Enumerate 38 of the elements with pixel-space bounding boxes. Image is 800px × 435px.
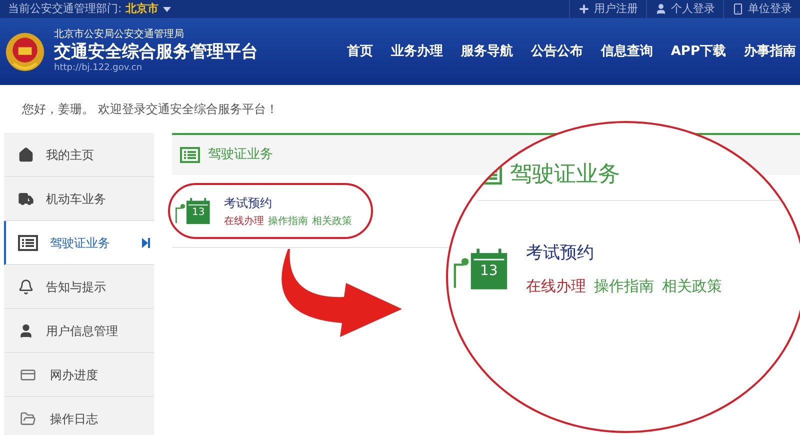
organization-name: 北京市公安局公安交通管理局	[54, 29, 185, 42]
welcome-message: 您好，姜珊。 欢迎登录交通安全综合服务平台！	[22, 101, 278, 118]
nav-link[interactable]: 信息查询	[600, 42, 653, 62]
service-card[interactable]: 13 考试预约 在线办理 操作指南 相关政策	[168, 183, 373, 239]
folder-icon	[18, 410, 38, 426]
site-url: http://bj.122.gov.cn	[54, 62, 144, 74]
card-icon	[18, 366, 38, 382]
phone-icon	[732, 3, 744, 15]
sidebar-item[interactable]: 驾驶证业务	[4, 221, 154, 265]
truck-icon	[18, 190, 34, 206]
zoomed-service-link[interactable]: 操作指南	[594, 274, 654, 297]
bell-icon	[18, 278, 34, 294]
city-dropdown[interactable]: 北京市	[126, 0, 171, 18]
nav-link[interactable]: 首页	[346, 42, 373, 62]
platform-title: 交通安全综合服务管理平台	[54, 42, 258, 63]
list-icon	[180, 147, 200, 163]
zoomed-service-link[interactable]: 在线办理	[526, 274, 586, 297]
service-link[interactable]: 在线办理	[224, 214, 264, 228]
user-icon	[18, 322, 34, 338]
service-link[interactable]: 操作指南	[268, 214, 308, 228]
plus-icon	[578, 3, 590, 15]
service-title: 考试预约	[224, 194, 273, 212]
home-icon	[18, 146, 34, 162]
user-icon	[655, 3, 667, 15]
caret-icon	[162, 6, 171, 12]
nav-link[interactable]: 公告公布	[530, 42, 583, 62]
zoomed-service-title: 考试预约	[526, 242, 595, 265]
list-icon	[18, 234, 38, 250]
service-link[interactable]: 相关政策	[312, 214, 352, 228]
arrow-icon	[142, 238, 150, 248]
zoomed-panel-title: 驾驶证业务	[510, 161, 620, 189]
nav-link[interactable]: 服务导航	[460, 42, 513, 62]
panel-title: 驾驶证业务	[208, 146, 273, 164]
nav-link[interactable]: APP下载	[670, 42, 726, 62]
nav-link[interactable]: 业务办理	[390, 42, 443, 62]
department-label: 当前公安交通管理部门:	[8, 0, 122, 17]
nav-link[interactable]: 办事指南	[744, 42, 796, 62]
zoomed-service-link[interactable]: 相关政策	[662, 274, 722, 297]
